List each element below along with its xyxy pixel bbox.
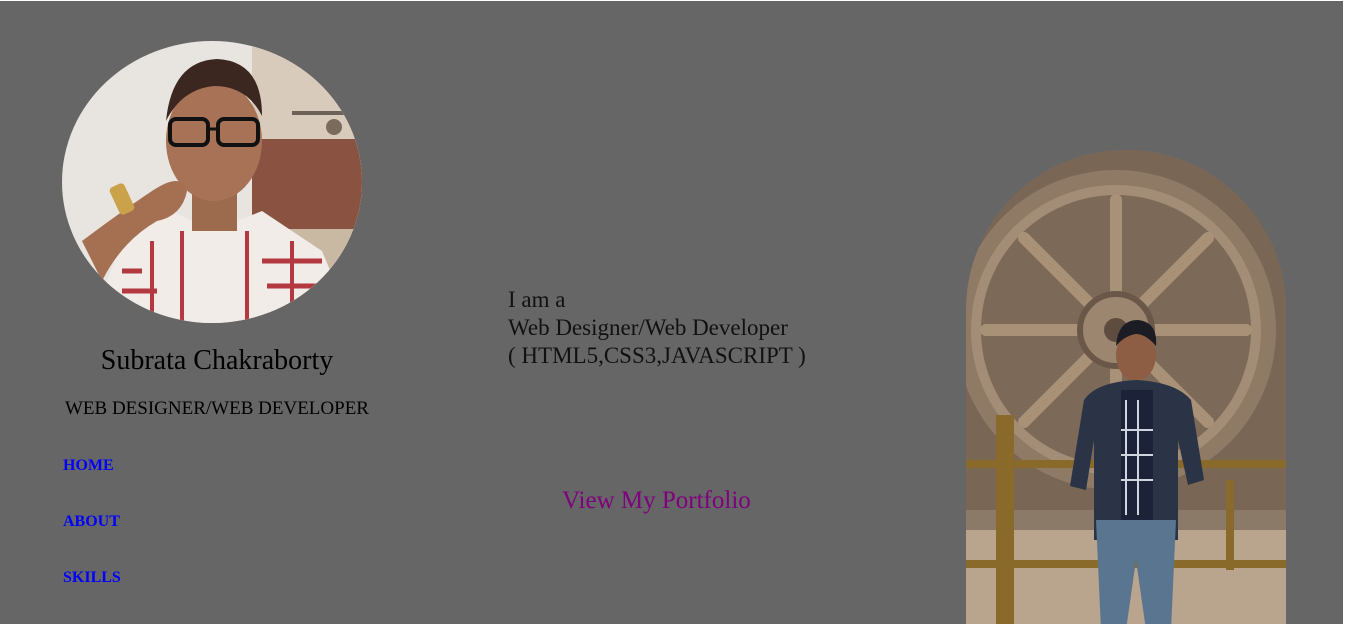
nav-item-skills: SKILLS: [63, 568, 121, 624]
intro-line-2: Web Designer/Web Developer: [508, 315, 788, 340]
nav-link-about[interactable]: ABOUT: [63, 512, 120, 532]
profile-avatar-image: [62, 41, 362, 323]
main-nav: HOME ABOUT SKILLS: [63, 456, 121, 624]
hero-photo: [966, 150, 1286, 624]
intro-text: I am a Web Designer/Web Developer ( HTML…: [508, 286, 806, 370]
nav-link-home[interactable]: HOME: [63, 456, 114, 476]
intro-line-1: I am a: [508, 287, 566, 312]
profile-avatar: [62, 41, 362, 323]
hero-photo-image: [966, 150, 1286, 624]
intro-line-3: ( HTML5,CSS3,JAVASCRIPT ): [508, 343, 806, 368]
page-container: Subrata Chakraborty WEB DESIGNER/WEB DEV…: [0, 1, 1343, 624]
nav-item-home: HOME: [63, 456, 121, 512]
view-portfolio-link[interactable]: View My Portfolio: [562, 487, 751, 515]
nav-item-about: ABOUT: [63, 512, 121, 568]
profile-name: Subrata Chakraborty: [100, 345, 334, 376]
nav-link-skills[interactable]: SKILLS: [63, 568, 121, 588]
profile-role: WEB DESIGNER/WEB DEVELOPER: [65, 398, 369, 419]
